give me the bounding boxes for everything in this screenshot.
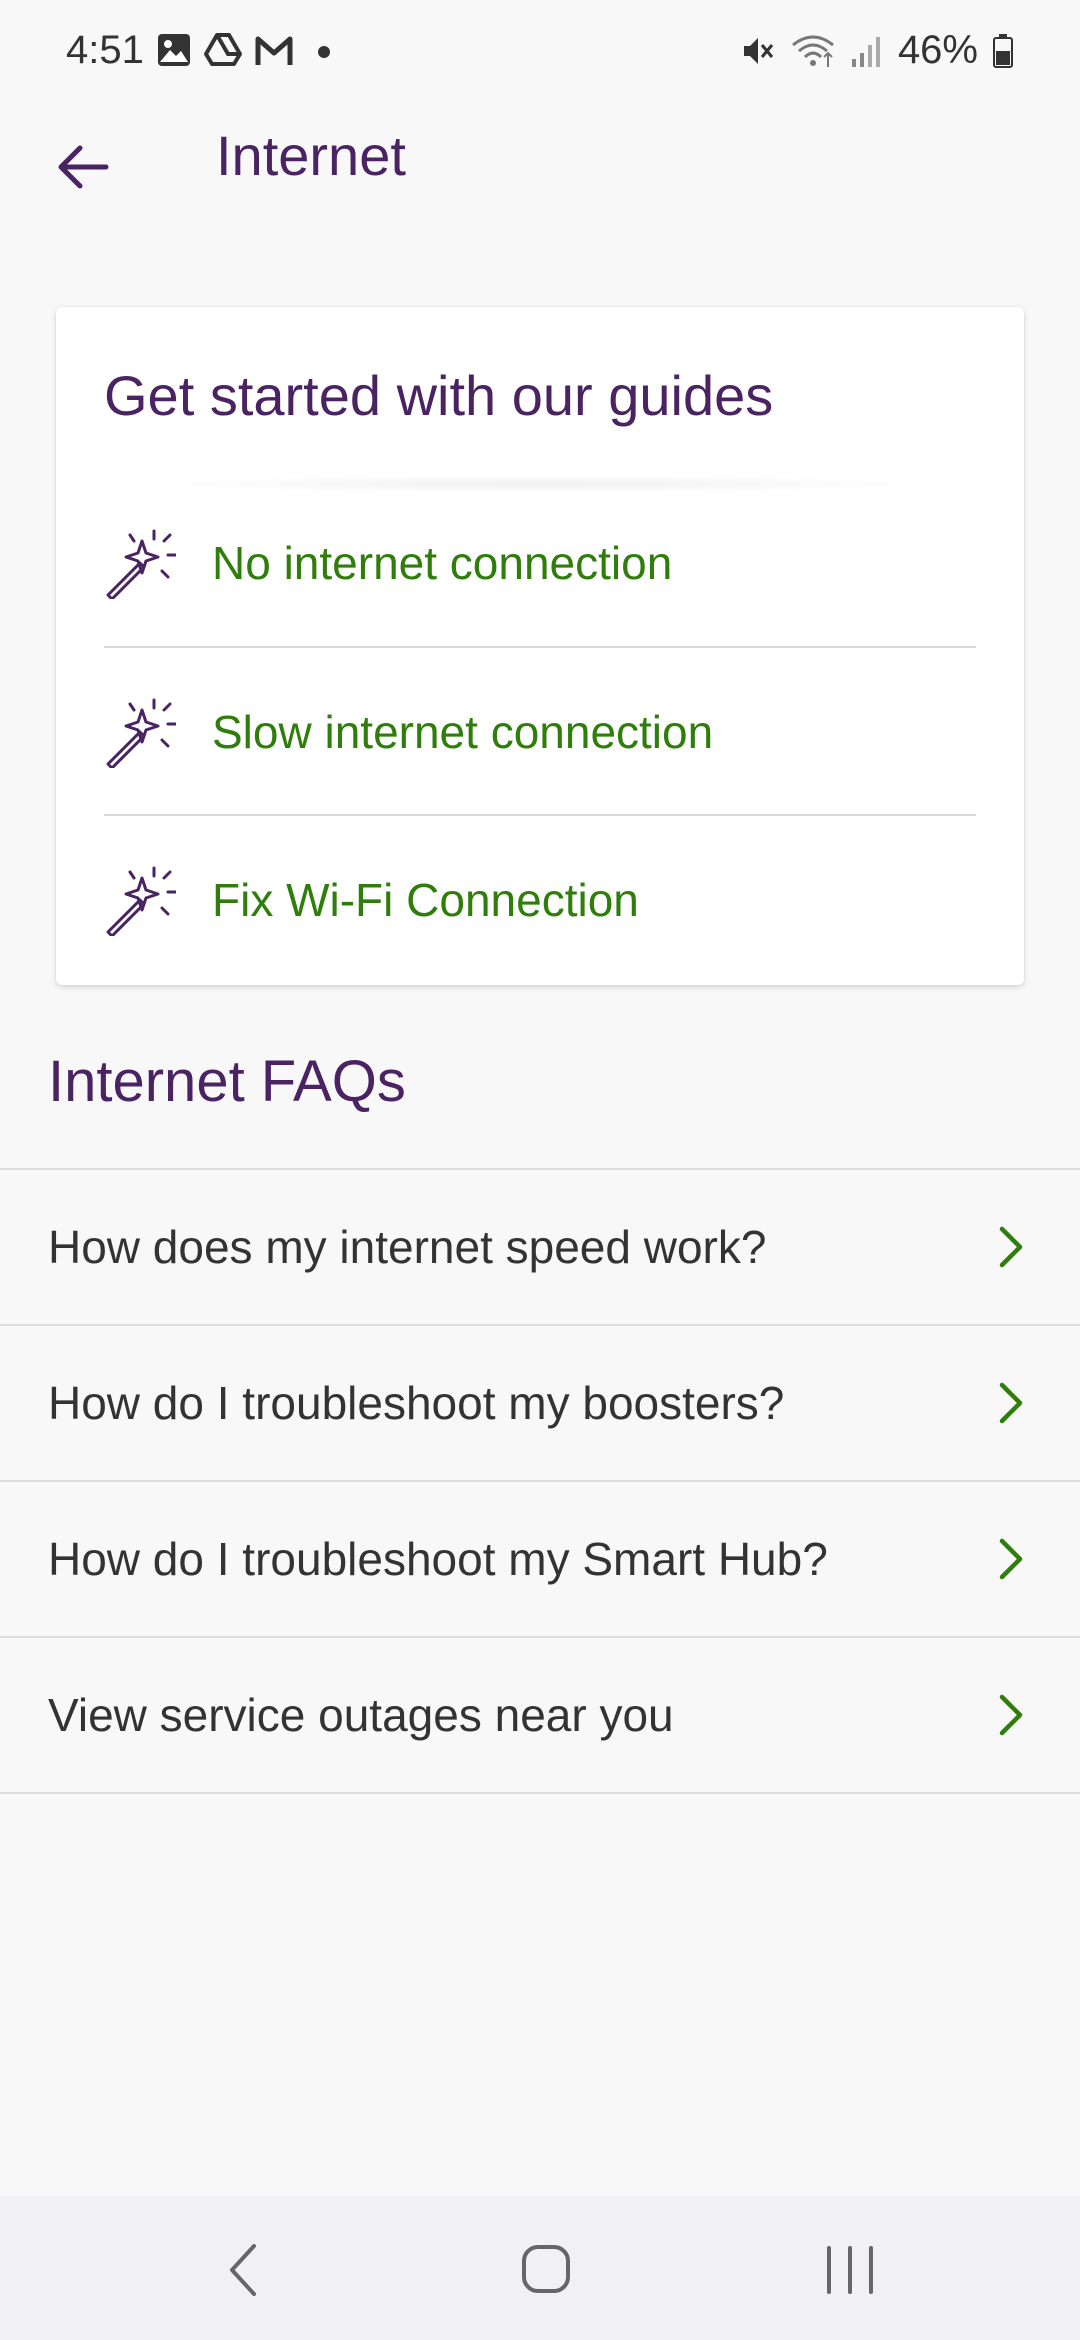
notification-icons — [156, 32, 336, 68]
more-notifications-dot-icon — [318, 46, 330, 58]
faq-item-boosters[interactable]: How do I troubleshoot my boosters? — [0, 1324, 1080, 1480]
gmail-icon — [255, 36, 293, 65]
system-recent-apps-icon[interactable] — [815, 2240, 885, 2300]
battery-icon — [993, 33, 1013, 68]
faq-label: How does my internet speed work? — [48, 1221, 767, 1273]
gallery-icon — [158, 34, 190, 66]
faq-list: How does my internet speed work? How do … — [0, 1168, 1080, 1794]
faq-heading: Internet FAQs — [48, 1049, 406, 1114]
faq-item-smart-hub[interactable]: How do I troubleshoot my Smart Hub? — [0, 1480, 1080, 1636]
app-bar: Internet — [0, 105, 1080, 225]
status-time: 4:51 — [66, 28, 144, 72]
faq-label: View service outages near you — [48, 1689, 674, 1741]
guide-item-slow-internet[interactable]: Slow internet connection — [104, 648, 976, 816]
system-status: 46% — [740, 28, 1014, 73]
chevron-right-icon — [999, 1538, 1023, 1580]
guides-card: Get started with our guides No internet … — [56, 307, 1024, 985]
guides-title: Get started with our guides — [104, 364, 774, 427]
guide-item-no-internet[interactable]: No internet connection — [104, 479, 976, 647]
mute-icon — [743, 37, 774, 64]
system-back-icon[interactable] — [210, 2240, 280, 2300]
system-home-icon[interactable] — [510, 2240, 580, 2300]
faq-label: How do I troubleshoot my Smart Hub? — [48, 1533, 828, 1585]
chevron-right-icon — [999, 1382, 1023, 1424]
signal-icon — [851, 36, 880, 67]
guide-item-fix-wifi[interactable]: Fix Wi-Fi Connection — [104, 816, 976, 984]
magic-wand-icon — [106, 866, 176, 936]
guide-label: Fix Wi-Fi Connection — [212, 874, 639, 926]
faq-item-internet-speed[interactable]: How does my internet speed work? — [0, 1168, 1080, 1324]
chevron-right-icon — [999, 1694, 1023, 1736]
magic-wand-icon — [106, 529, 176, 599]
guide-label: No internet connection — [212, 537, 673, 589]
drive-icon — [204, 33, 242, 66]
magic-wand-icon — [106, 698, 176, 768]
chevron-right-icon — [999, 1226, 1023, 1268]
battery-percentage: 46% — [897, 28, 978, 72]
wifi-icon — [792, 35, 834, 67]
faq-item-service-outages[interactable]: View service outages near you — [0, 1636, 1080, 1794]
system-navigation-bar — [0, 2196, 1080, 2340]
faq-label: How do I troubleshoot my boosters? — [48, 1377, 785, 1429]
guide-label: Slow internet connection — [212, 706, 714, 758]
page-title: Internet — [216, 124, 406, 187]
back-arrow-icon[interactable] — [56, 139, 112, 195]
status-bar: 4:51 46% — [0, 0, 1080, 105]
